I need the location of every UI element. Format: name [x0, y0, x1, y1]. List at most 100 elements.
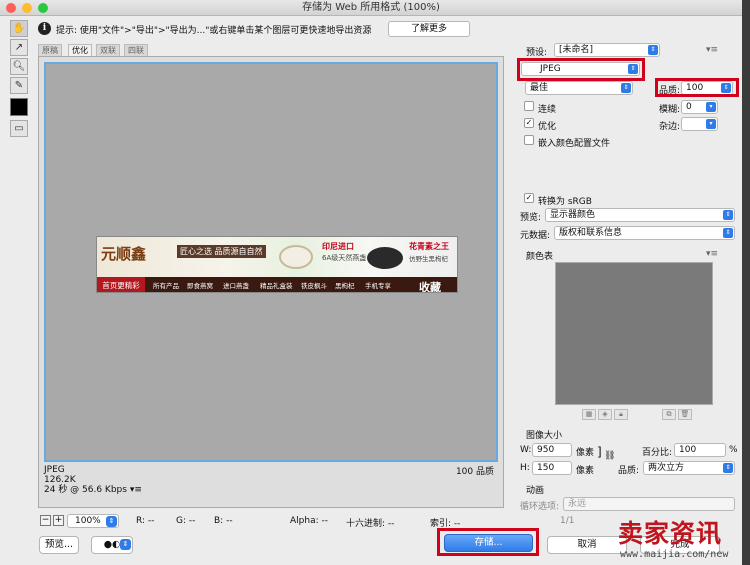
loop-select[interactable]: 永远 [563, 497, 735, 511]
metadata-select[interactable]: 版权和联系信息 ⇕ [554, 226, 735, 240]
percent-input[interactable]: 100 [674, 443, 726, 457]
width-input[interactable]: 950 [532, 443, 572, 457]
settings-panel: 预设: [未命名] ⇕ ▾≡ JPEG ⇕ 最佳 ⇕ 品质: 100 ⇕ 连续 … [516, 40, 742, 565]
quality-preset-select[interactable]: 最佳 ⇕ [525, 81, 633, 95]
zoom-select[interactable]: 100% ⇕ [67, 514, 119, 528]
progressive-checkbox[interactable] [524, 101, 534, 111]
chevron-down-icon: ▾ [706, 119, 716, 129]
quality-highlight [655, 78, 739, 97]
banner-nav-item: 进口燕盏 [223, 282, 249, 290]
web-snap-icon[interactable]: ◈ [598, 409, 612, 420]
watermark-url: www.maijia.com/new [620, 549, 729, 560]
preset-select[interactable]: [未命名] ⇕ [554, 43, 660, 57]
toggle-slices-icon[interactable]: ▭ [10, 120, 28, 137]
tab-4-up[interactable]: 四联 [124, 44, 148, 56]
chevron-updown-icon: ⇕ [723, 210, 733, 220]
percent-unit: % [729, 445, 738, 455]
hand-tool-icon[interactable]: ✋ [10, 20, 28, 37]
preview-button[interactable]: 预览... [39, 536, 79, 554]
preview-value: 显示器颜色 [550, 210, 596, 220]
readout-alpha: Alpha: -- [290, 516, 328, 526]
device-preview-button[interactable]: ●◐ ⇕ [91, 536, 133, 554]
quality-preset-value: 最佳 [530, 83, 549, 93]
convert-srgb-checkbox[interactable]: ✓ [524, 193, 534, 203]
color-table-label: 颜色表 [526, 252, 554, 262]
optimized-checkbox[interactable]: ✓ [524, 118, 534, 128]
embed-profile-checkbox[interactable] [524, 135, 534, 145]
progressive-label: 连续 [538, 105, 557, 115]
loop-value: 永远 [568, 499, 587, 509]
preview-canvas[interactable]: 元顺鑫 匠心之选 品质源自自然 印尼进口 6A级天然燕盏 花青素之王 仿野生黑枸… [44, 62, 498, 462]
zoom-window-button[interactable] [38, 3, 48, 13]
window-title: 存储为 Web 所用格式 (100%) [302, 2, 440, 13]
learn-more-button[interactable]: 了解更多 [388, 21, 470, 37]
percent-label: 百分比: [642, 448, 673, 458]
link-icon[interactable]: ⛓ [604, 451, 615, 461]
image-size-label: 图像大小 [526, 431, 563, 441]
hint-bar: i 提示: 使用"文件">"导出">"导出为..."或右键单击某个图层可更快速地… [34, 18, 502, 40]
height-input[interactable]: 150 [532, 461, 572, 475]
zoom-out-button[interactable]: − [40, 515, 51, 526]
matte-select[interactable]: ▾ [681, 117, 718, 131]
delete-color-icon[interactable]: 🗑︎ [678, 409, 692, 420]
chevron-updown-icon: ⇕ [621, 83, 631, 93]
format-highlight [517, 58, 645, 81]
tab-2-up[interactable]: 双联 [96, 44, 120, 56]
zoom-in-button[interactable]: + [53, 515, 64, 526]
watermark: 卖家资讯 www.maijia.com/new [618, 514, 750, 565]
cancel-button[interactable]: 取消 [547, 536, 627, 554]
banner-nav-item: 即食燕窝 [187, 282, 213, 290]
preset-value: [未命名] [559, 45, 594, 55]
banner-caption: 匠心之选 品质源自自然 [177, 245, 266, 258]
blur-label: 模糊: [659, 105, 681, 115]
minimize-window-button[interactable] [22, 3, 32, 13]
banner-nav-item: 手机专享 [365, 282, 391, 290]
width-label: W: [520, 445, 532, 455]
new-color-icon[interactable]: ⧉ [662, 409, 676, 420]
background-app-edge [742, 0, 750, 565]
banner-nav-item: 所有产品 [153, 282, 179, 290]
browser-icon: ●◐ [103, 539, 121, 550]
readout-hex: 十六进制: -- [346, 519, 395, 529]
watermark-text: 卖家资讯 [618, 519, 723, 548]
lock-color-icon[interactable]: 🔒︎ [614, 409, 628, 420]
banner-nav-item: 黑枸杞 [335, 282, 355, 290]
download-speed-menu-icon[interactable]: ▾≡ [130, 485, 142, 495]
banner-promo2-title: 花青素之王 [409, 242, 449, 251]
resample-label: 品质: [618, 466, 640, 476]
preset-menu-icon[interactable]: ▾≡ [706, 45, 718, 55]
map-color-icon[interactable]: ▦ [582, 409, 596, 420]
blur-input[interactable]: 0 ▾ [681, 100, 718, 114]
stats-quality: 100 品质 [455, 467, 494, 477]
blur-value: 0 [686, 102, 692, 112]
resample-select[interactable]: 两次立方 ⇕ [643, 461, 735, 475]
banner-image: 元顺鑫 匠心之选 品质源自自然 印尼进口 6A级天然燕盏 花青素之王 仿野生黑枸… [96, 236, 458, 293]
tab-original[interactable]: 原稿 [38, 44, 62, 56]
height-label: H: [520, 463, 530, 473]
chevron-updown-icon: ⇕ [648, 45, 658, 55]
color-table-menu-icon[interactable]: ▾≡ [706, 249, 718, 259]
width-value: 950 [537, 445, 555, 455]
height-unit: 像素 [576, 466, 595, 476]
color-table[interactable] [555, 262, 713, 405]
title-bar: 存储为 Web 所用格式 (100%) [0, 0, 742, 16]
chevron-updown-icon: ⇕ [723, 228, 733, 238]
eyedropper-color-swatch[interactable] [10, 98, 28, 116]
eyedropper-tool-icon[interactable]: ✎ [10, 77, 28, 94]
slice-select-tool-icon[interactable]: ↗ [10, 39, 28, 56]
metadata-label: 元数据: [520, 231, 551, 241]
preview-stats: JPEG 126.2K 24 秒 @ 56.6 Kbps ▾≡ 100 品质 [44, 465, 498, 503]
width-unit: 像素 [576, 448, 595, 458]
preview-select[interactable]: 显示器颜色 ⇕ [545, 208, 735, 222]
tab-optimized[interactable]: 优化 [68, 44, 92, 56]
metadata-value: 版权和联系信息 [559, 228, 623, 238]
close-window-button[interactable] [6, 3, 16, 13]
zoom-tool-icon[interactable]: 🔍︎ [10, 58, 28, 75]
banner-nav-item: 精品礼盒装 [260, 282, 293, 290]
zoom-value: 100% [75, 516, 101, 526]
preview-area: 元顺鑫 匠心之选 品质源自自然 印尼进口 6A级天然燕盏 花青素之王 仿野生黑枸… [38, 56, 504, 508]
matte-label: 杂边: [659, 122, 681, 132]
banner-promo2-sub: 仿野生黑枸杞 [409, 255, 448, 263]
tool-panel: ✋ ↗ 🔍︎ ✎ ▭ [8, 18, 30, 138]
stats-time[interactable]: 24 秒 @ 56.6 Kbps ▾≡ [44, 485, 498, 495]
